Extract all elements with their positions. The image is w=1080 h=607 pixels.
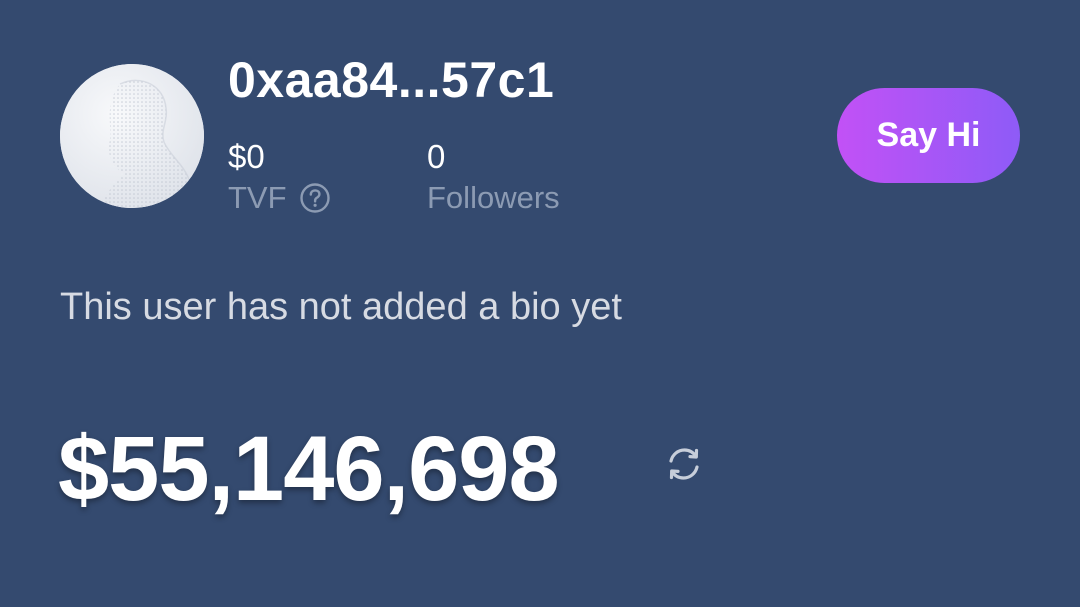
portfolio-balance: $55,146,698 bbox=[58, 418, 560, 520]
refresh-icon bbox=[669, 448, 699, 480]
tvf-label: TVF bbox=[228, 180, 287, 215]
followers-stat[interactable]: 0 Followers bbox=[427, 136, 560, 218]
followers-count: 0 bbox=[427, 138, 446, 175]
followers-label: Followers bbox=[427, 180, 560, 215]
followers-label-row: Followers bbox=[427, 178, 560, 218]
avatar[interactable] bbox=[60, 64, 204, 208]
user-silhouette-avatar-icon bbox=[60, 64, 204, 208]
username: 0xaa84...57c1 bbox=[228, 52, 555, 108]
say-hi-button[interactable]: Say Hi bbox=[837, 88, 1020, 183]
question-circle-icon[interactable] bbox=[299, 182, 331, 214]
bio-text: This user has not added a bio yet bbox=[60, 286, 622, 328]
tvf-value: $0 bbox=[228, 138, 265, 175]
tvf-stat: $0 TVF bbox=[228, 136, 331, 218]
refresh-button[interactable] bbox=[660, 440, 708, 488]
tvf-label-row: TVF bbox=[228, 178, 331, 218]
